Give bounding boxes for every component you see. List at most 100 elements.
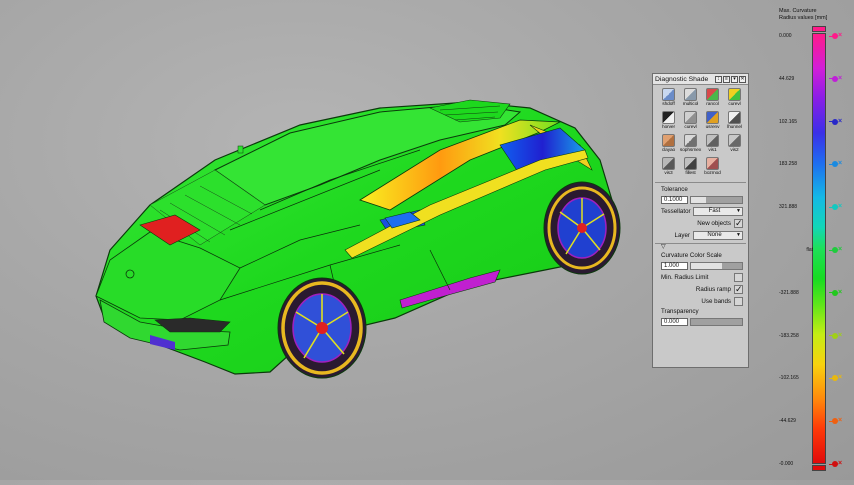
tool-vis3[interactable]: vis3 [658,157,679,179]
rear-wheel [543,181,621,275]
light-tunnel-icon [728,111,741,124]
tool-label: vis3 [664,171,673,176]
legend-tick-label: 102.165 [779,118,798,125]
legend-marker[interactable]: × [829,417,843,425]
legend-top-cap [812,26,826,32]
horizontal-vertical-icon [662,111,675,124]
legend-tick-label: 321.888 [779,204,798,211]
visual-1-icon [706,134,719,147]
tool-multicol[interactable]: multicol [680,88,701,110]
legend-tick-label: -321.888 [779,289,799,296]
tool-usrenv[interactable]: usrenv [702,111,723,133]
use-bands-label: Use bands [701,298,731,305]
close-icon[interactable]: ✕ [739,75,746,83]
legend-tick-label: 0.000 [779,33,792,39]
visual-3-icon [662,157,675,170]
legend-title: Max. Curvature Radius values [mm] [779,8,827,21]
shade-mode-grid: shdoff multicol rancol curevl horver curevl us… [653,85,748,182]
tool-fillest[interactable]: fillest [680,157,701,179]
panel-titlebar[interactable]: Diagnostic Shade ↕ ≡ ▾ ✕ [653,74,748,85]
tool-lhunnel[interactable]: lhunnel [724,111,745,133]
legend-marker[interactable]: × [829,246,842,253]
tool-curevl[interactable]: curevl [724,88,745,110]
collapse-icon[interactable]: ▾ [731,75,738,83]
tool-vis1[interactable]: vis1 [702,134,723,156]
tolerance-input[interactable]: 0.1000 [661,195,688,204]
clay-ao-icon [662,134,675,147]
tool-label: usrenv [705,125,720,130]
legend-marker[interactable]: × [829,75,842,82]
legend-marker[interactable]: × [829,32,842,39]
layer-value: None [707,232,722,238]
tessellator-value: Fast [708,208,721,214]
car-model-render[interactable] [0,0,640,480]
tool-clayao[interactable]: clayao [658,134,679,156]
radius-ramp-label: Radius ramp [695,286,731,293]
front-wheel [277,277,367,379]
transparency-label: Transparency [661,308,699,315]
legend-bottom-cap [812,465,826,471]
tool-label: curevl [728,102,741,107]
new-objects-checkbox[interactable]: ✓ [734,219,743,228]
random-color-icon [706,88,719,101]
fill-test-icon [684,157,697,170]
legend-marker[interactable]: × [829,203,843,211]
tool-label: rancol [706,102,719,107]
legend-marker[interactable]: × [829,460,843,467]
marker-x-icon: × [838,460,843,467]
tool-label: sophsrnex [679,148,702,153]
sophisticated-icon [684,134,697,147]
tool-rancol[interactable]: rancol [702,88,723,110]
legend-marker[interactable]: × [829,374,843,382]
user-environment-icon [706,111,719,124]
tool-label: lhunnel [727,125,742,130]
legend-marker[interactable]: × [829,289,842,296]
use-bands-checkbox[interactable] [734,297,743,306]
3d-viewport[interactable] [0,0,640,480]
tool-vis2[interactable]: vis2 [724,134,745,156]
legend-tick-label: -102.165 [779,375,799,382]
transparency-slider[interactable] [690,317,743,326]
panel-title: Diagnostic Shade [655,75,709,83]
legend-tick-label: -183.258 [779,332,799,339]
roof-antenna [237,145,244,154]
shade-off-icon [662,88,675,101]
tool-horver[interactable]: horver [658,111,679,133]
curvature-eval-2-icon [684,111,697,124]
tool-sophsrnex[interactable]: sophsrnex [680,134,701,156]
curvature-legend: Max. Curvature Radius values [mm] 0.000 ×… [770,0,854,480]
tool-curevl[interactable]: curevl [680,111,701,133]
legend-marker[interactable]: × [829,160,842,168]
tool-label: bozmod [704,171,721,176]
curvature-scale-input[interactable]: 1.000 [661,261,688,270]
new-objects-label: New objects [697,220,731,227]
min-radius-checkbox[interactable] [734,273,743,282]
marker-x-icon: × [838,417,843,425]
tool-shdoff[interactable]: shdoff [658,88,679,110]
tolerance-slider[interactable] [690,195,743,204]
boz-mode-icon [706,157,719,170]
marker-x-icon: × [838,331,843,339]
legend-marker[interactable]: × [829,331,843,339]
marker-x-icon: × [838,203,843,211]
radius-ramp-checkbox[interactable]: ✓ [734,285,743,294]
transparency-input[interactable]: 0.000 [661,317,688,326]
tool-label: vis1 [708,148,717,153]
menu-icon[interactable]: ≡ [723,75,730,83]
section-expand-icon[interactable]: ▽ [653,244,748,251]
layer-label: Layer [674,232,690,239]
tessellator-dropdown[interactable]: Fast ▼ [693,207,743,216]
curvature-scale-slider[interactable] [690,261,743,270]
tool-bozmod[interactable]: bozmod [702,157,723,179]
legend-color-ramp [812,33,826,464]
legend-tick-label: -44.629 [779,418,796,425]
chevron-down-icon: ▼ [736,208,741,214]
tool-label: clayao [661,148,676,153]
marker-x-icon: × [838,374,843,382]
legend-marker[interactable]: × [829,118,842,125]
pin-icon[interactable]: ↕ [715,75,722,83]
legend-tick-label: 183.258 [779,161,798,168]
legend-tick-label: -0.000 [779,461,794,467]
layer-dropdown[interactable]: None ▼ [693,231,743,240]
diagnostic-shade-panel: Diagnostic Shade ↕ ≡ ▾ ✕ shdoff multicol r… [652,73,749,368]
